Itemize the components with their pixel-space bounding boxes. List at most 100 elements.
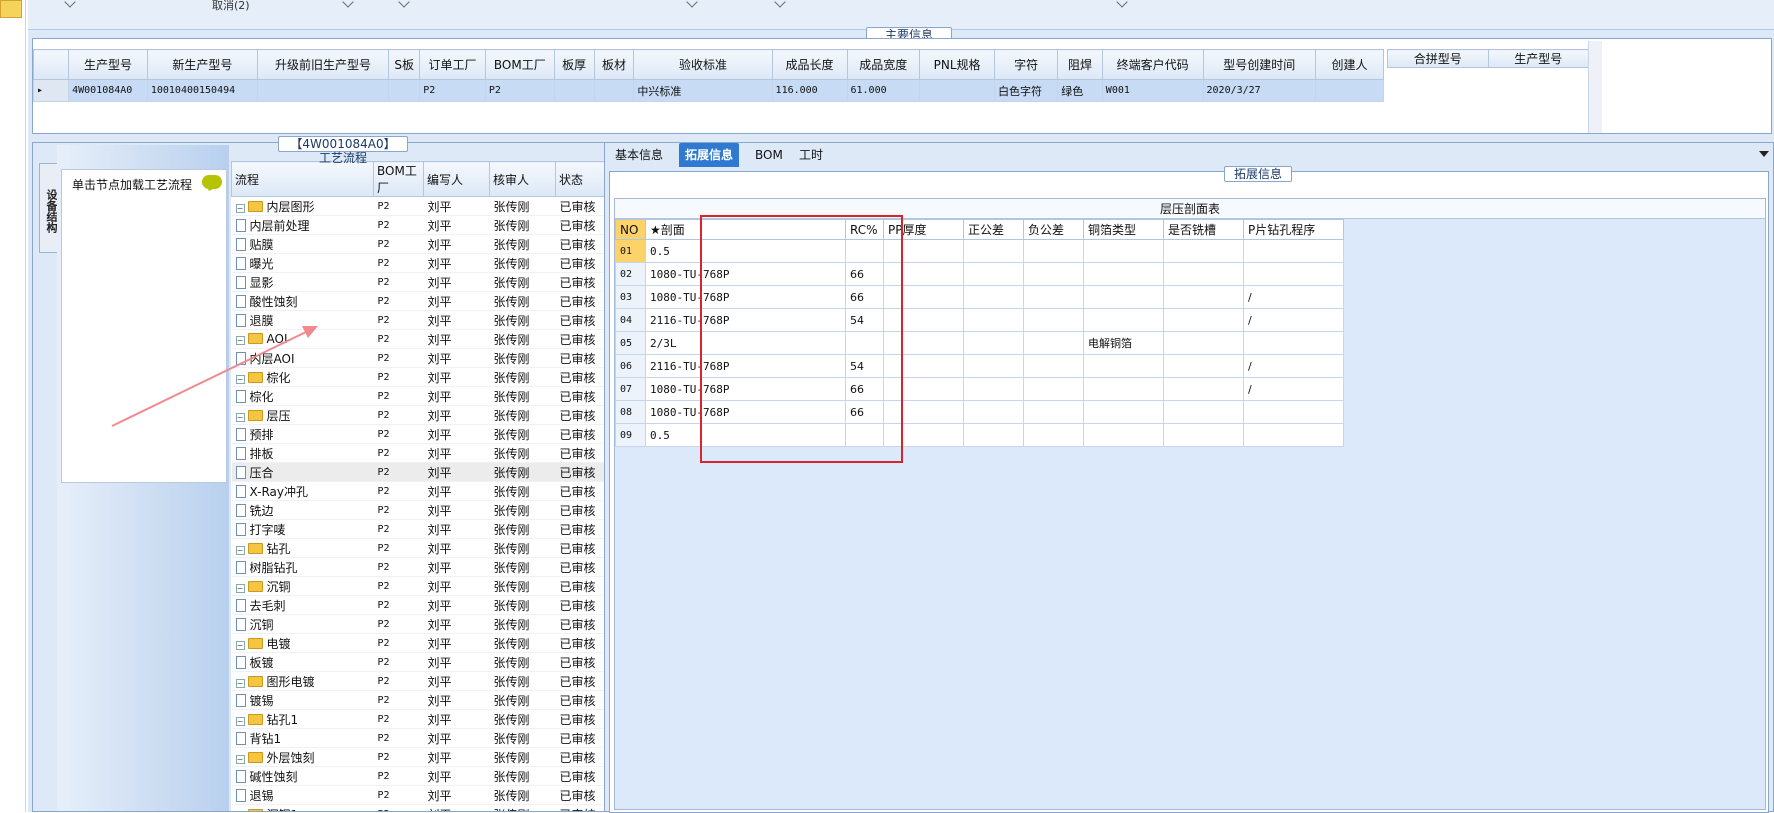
tree-node[interactable]: 镀锡 [231, 690, 374, 710]
lamination-cell[interactable]: 电解铜箔 [1083, 331, 1164, 355]
lamination-cell[interactable] [1023, 400, 1084, 424]
tree-node[interactable]: 压合 [231, 462, 374, 482]
lamination-cell[interactable] [1163, 331, 1244, 355]
lamination-cell[interactable] [1083, 423, 1164, 447]
grid-cell[interactable] [1314, 79, 1385, 102]
tree-row[interactable]: − 内层图形 P2 刘平 张传刚 已审核 [231, 196, 643, 216]
lamination-cell[interactable] [1083, 308, 1164, 332]
lamination-cell[interactable]: 07 [615, 377, 646, 401]
tree-row[interactable]: X-Ray冲孔 P2 刘平 张传刚 已审核 [231, 481, 643, 501]
tree-row[interactable]: − 钻孔1 P2 刘平 张传刚 已审核 [231, 709, 643, 729]
column-header[interactable]: 阻焊 [1057, 49, 1103, 80]
tree-row[interactable]: 内层前处理 P2 刘平 张传刚 已审核 [231, 215, 643, 235]
lamination-cell[interactable]: 02 [615, 262, 646, 286]
tree-row[interactable]: − 图形电镀 P2 刘平 张传刚 已审核 [231, 671, 643, 691]
tree-row[interactable]: 压合 P2 刘平 张传刚 已审核 [231, 462, 643, 482]
grid-cell[interactable] [919, 79, 996, 102]
lamination-cell[interactable] [1083, 262, 1164, 286]
tree-row[interactable]: − 电镀 P2 刘平 张传刚 已审核 [231, 633, 643, 653]
column-header[interactable]: 字符 [994, 49, 1059, 80]
lamination-cell[interactable] [963, 285, 1024, 309]
grid-cell[interactable] [388, 79, 421, 102]
lamination-cell[interactable] [963, 262, 1024, 286]
collapse-icon[interactable]: − [235, 678, 245, 688]
lamination-cell[interactable] [1023, 423, 1084, 447]
tree-row[interactable]: − 外层蚀刻 P2 刘平 张传刚 已审核 [231, 747, 643, 767]
tree-row[interactable]: 酸性蚀刻 P2 刘平 张传刚 已审核 [231, 291, 643, 311]
collapse-icon[interactable]: − [235, 583, 245, 593]
tree-row[interactable]: − 钻孔 P2 刘平 张传刚 已审核 [231, 538, 643, 558]
lamination-cell[interactable]: 01 [615, 239, 646, 263]
column-header[interactable]: 升级前旧生产型号 [256, 49, 390, 80]
lamination-cell[interactable] [1023, 354, 1084, 378]
column-header[interactable]: 板材 [593, 49, 635, 80]
tree-row[interactable]: − 棕化 P2 刘平 张传刚 已审核 [231, 367, 643, 387]
column-header[interactable]: 板厚 [553, 49, 595, 80]
column-header[interactable]: 生产型号 [1487, 49, 1589, 68]
tree-node[interactable]: − 棕化 [231, 367, 374, 387]
tree-node[interactable]: − AOI [231, 329, 374, 349]
column-header[interactable]: 验收标准 [633, 49, 773, 80]
collapse-icon[interactable]: − [235, 640, 245, 650]
tree-row[interactable]: − AOI P2 刘平 张传刚 已审核 [231, 329, 643, 349]
lamination-cell[interactable] [1023, 308, 1084, 332]
lamination-cell[interactable]: / [1243, 285, 1344, 309]
column-header[interactable]: 成品宽度 [846, 49, 921, 80]
lamination-cell[interactable]: 09 [615, 423, 646, 447]
lamination-cell[interactable] [1163, 377, 1244, 401]
tree-row[interactable]: 预排 P2 刘平 张传刚 已审核 [231, 424, 643, 444]
lamination-cell[interactable] [1243, 331, 1344, 355]
nav-hint-box[interactable]: 单击节点加载工艺流程 [61, 169, 227, 483]
collapse-icon[interactable]: − [235, 412, 245, 422]
tab-1[interactable]: 拓展信息 [679, 143, 740, 167]
tab-menu-arrow-icon[interactable] [1759, 151, 1769, 157]
lamination-cell[interactable]: 05 [615, 331, 646, 355]
tree-node[interactable]: 贴膜 [231, 234, 374, 254]
column-header[interactable]: 合拼型号 [1387, 49, 1489, 68]
tree-node[interactable]: X-Ray冲孔 [231, 481, 374, 501]
lamination-cell[interactable]: 03 [615, 285, 646, 309]
lamination-column-header[interactable]: NO [615, 219, 646, 240]
tab-equipment-structure[interactable]: 设备结构 [39, 163, 59, 253]
grid-cell[interactable]: 61.000 [846, 79, 921, 102]
tree-row[interactable]: 树脂钻孔 P2 刘平 张传刚 已审核 [231, 557, 643, 577]
main-info-scrollbar[interactable] [1588, 41, 1602, 133]
tab-3[interactable]: 工时 [793, 143, 829, 167]
lamination-cell[interactable] [963, 354, 1024, 378]
lamination-cell[interactable] [963, 423, 1024, 447]
tree-row[interactable]: 退膜 P2 刘平 张传刚 已审核 [231, 310, 643, 330]
grid-cell[interactable]: 4W001084A0 [68, 79, 148, 102]
lamination-cell[interactable]: / [1243, 354, 1344, 378]
tree-node[interactable]: 曝光 [231, 253, 374, 273]
tree-node[interactable]: 排板 [231, 443, 374, 463]
row-indicator[interactable]: ▸ [32, 79, 70, 102]
lamination-column-header[interactable]: 是否铣槽 [1163, 219, 1244, 240]
lamination-cell[interactable]: 06 [615, 354, 646, 378]
lamination-cell[interactable] [963, 239, 1024, 263]
chevron-down-icon[interactable] [686, 0, 698, 8]
collapse-icon[interactable]: − [235, 716, 245, 726]
tree-column-header[interactable]: 流程 [231, 161, 374, 197]
lamination-cell[interactable] [1163, 239, 1244, 263]
grid-cell[interactable]: 2020/3/27 [1202, 79, 1316, 102]
lamination-column-header[interactable]: P片钻孔程序 [1243, 219, 1344, 240]
collapse-icon[interactable]: − [235, 754, 245, 764]
lamination-cell[interactable]: / [1243, 377, 1344, 401]
collapse-icon[interactable]: − [235, 374, 245, 384]
lamination-cell[interactable] [1083, 354, 1164, 378]
tree-node[interactable]: 碱性蚀刻 [231, 766, 374, 786]
tree-row[interactable]: 退锡 P2 刘平 张传刚 已审核 [231, 785, 643, 805]
column-header[interactable]: 订单工厂 [419, 49, 486, 80]
tree-row[interactable]: − 层压 P2 刘平 张传刚 已审核 [231, 405, 643, 425]
tree-row[interactable]: 打字唛 P2 刘平 张传刚 已审核 [231, 519, 643, 539]
tree-node[interactable]: − 内层图形 [231, 196, 374, 216]
tree-node[interactable]: 酸性蚀刻 [231, 291, 374, 311]
tree-node[interactable]: − 沉铜 [231, 576, 374, 596]
tree-node[interactable]: 预排 [231, 424, 374, 444]
tree-node[interactable]: − 层压 [231, 405, 374, 425]
lamination-cell[interactable] [1243, 400, 1344, 424]
tree-row[interactable]: 板镀 P2 刘平 张传刚 已审核 [231, 652, 643, 672]
chevron-down-icon[interactable] [398, 0, 410, 8]
lamination-cell[interactable] [1083, 377, 1164, 401]
lamination-cell[interactable] [1163, 400, 1244, 424]
